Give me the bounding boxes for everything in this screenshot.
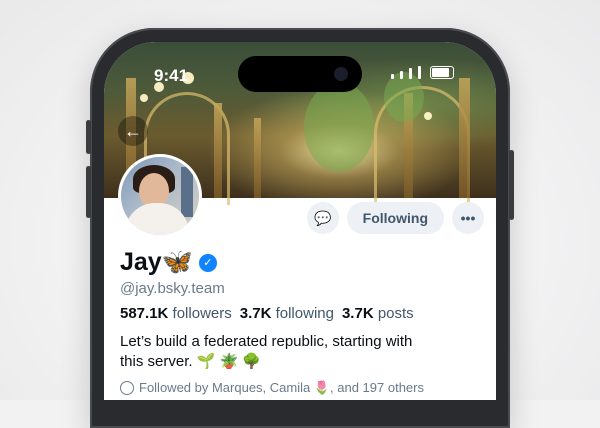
banner-lamp xyxy=(424,112,432,120)
banner-lamp xyxy=(140,94,148,102)
following-stat[interactable]: 3.7K following xyxy=(240,305,334,322)
people-icon xyxy=(120,381,134,395)
message-button[interactable]: 💬 xyxy=(306,202,339,234)
followed-by[interactable]: Followed by Marques, Camila 🌷, and 197 o… xyxy=(120,380,424,396)
name-row: Jay🦋 ✓ xyxy=(120,248,217,277)
profile-actions: 💬 Following ••• xyxy=(306,202,484,234)
banner-foliage xyxy=(384,72,424,122)
verified-badge-icon[interactable]: ✓ xyxy=(198,253,217,272)
phone-screen: 9:41 ← 💬 Following ••• Jay🦋 ✓ @jay.bsky.… xyxy=(104,42,496,400)
banner-pillar xyxy=(214,103,222,198)
phone-volume-button-2 xyxy=(86,166,91,218)
profile-stats: 587.1K followers 3.7K following 3.7K pos… xyxy=(120,305,414,322)
bio-line: this server. 🌱 🪴 🌳 xyxy=(120,353,262,370)
followed-by-text: Followed by Marques, Camila 🌷, and 197 o… xyxy=(139,380,424,395)
signal-icon xyxy=(391,74,394,79)
handle: @jay.bsky.team xyxy=(120,280,225,297)
more-options-button[interactable]: ••• xyxy=(452,202,484,234)
avatar[interactable] xyxy=(118,154,202,238)
banner-foliage xyxy=(304,82,374,172)
banner-pillar xyxy=(459,78,470,198)
posts-stat: 3.7K posts xyxy=(341,305,414,322)
battery-icon xyxy=(430,66,454,79)
display-name: Jay🦋 xyxy=(120,248,193,276)
followers-stat[interactable]: 587.1K followers xyxy=(120,305,232,322)
following-button[interactable]: Following xyxy=(346,202,444,234)
dynamic-island xyxy=(238,56,362,92)
butterfly-emoji: 🦋 xyxy=(161,248,193,276)
status-icons xyxy=(391,66,454,79)
phone-volume-button xyxy=(86,120,91,154)
phone-power-button xyxy=(509,150,514,220)
profile-bio: Let’s build a federated republic, starti… xyxy=(120,332,480,372)
banner-pillar xyxy=(254,118,261,198)
bio-line: Let’s build a federated republic, starti… xyxy=(120,333,413,350)
status-time: 9:41 xyxy=(154,66,189,85)
back-icon[interactable]: ← xyxy=(118,116,148,146)
